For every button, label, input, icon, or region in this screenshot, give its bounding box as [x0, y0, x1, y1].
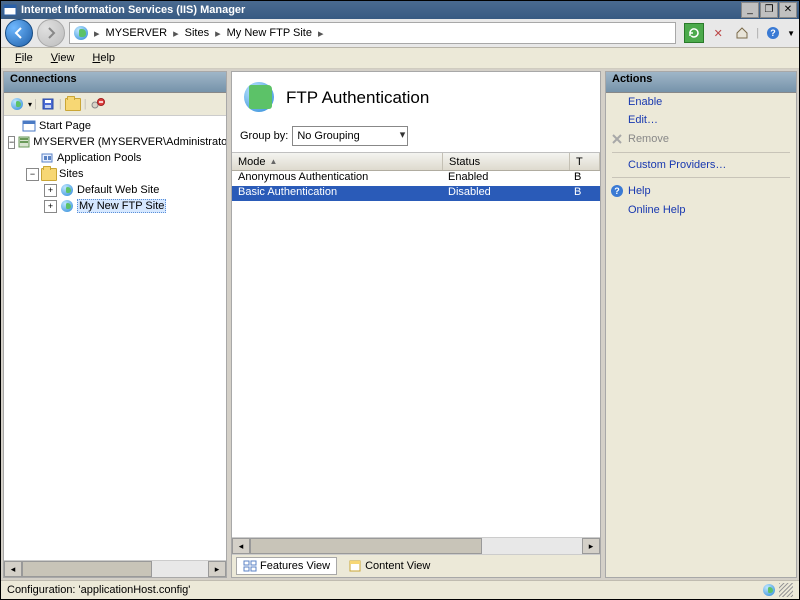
separator — [612, 152, 790, 153]
sites-folder-icon — [41, 166, 57, 182]
action-help[interactable]: ? Help — [606, 181, 796, 201]
action-remove: Remove — [606, 129, 796, 149]
up-button[interactable] — [64, 95, 82, 113]
scroll-right-button[interactable]: ▸ — [582, 538, 600, 554]
status-globe-icon — [763, 584, 775, 596]
separator — [612, 177, 790, 178]
action-custom-providers[interactable]: Custom Providers… — [606, 156, 796, 174]
nav-bar: ▸ MYSERVER ▸ Sites ▸ My New FTP Site ▸ ✕… — [1, 19, 799, 48]
grid-hscroll[interactable]: ◂ ▸ — [232, 537, 600, 554]
stop-button[interactable]: ✕ — [708, 23, 728, 43]
chevron-right-icon: ▸ — [318, 27, 324, 40]
page-title: FTP Authentication — [286, 88, 429, 108]
action-enable[interactable]: Enable — [606, 93, 796, 111]
breadcrumb-sites[interactable]: Sites — [185, 27, 209, 39]
forward-button[interactable] — [37, 19, 65, 47]
home-button[interactable] — [732, 23, 752, 43]
scroll-left-button[interactable]: ◂ — [232, 538, 250, 554]
tree-app-pools[interactable]: Application Pools — [6, 150, 224, 166]
tab-content-view[interactable]: Content View — [341, 557, 437, 575]
col-type[interactable]: T — [570, 153, 600, 170]
help-dropdown-button[interactable]: ? — [763, 23, 783, 43]
group-bar: Group by: No Grouping — [232, 124, 600, 152]
connections-panel: Connections ▾ | | | Start Page — [3, 71, 227, 578]
content-panel: FTP Authentication Group by: No Grouping… — [231, 71, 601, 578]
dropdown-arrow-icon[interactable]: ▼ — [787, 29, 795, 38]
ftp-auth-icon — [244, 82, 276, 114]
action-edit[interactable]: Edit… — [606, 111, 796, 129]
title-bar: Internet Information Services (IIS) Mana… — [1, 1, 799, 19]
expand-icon[interactable]: + — [44, 200, 57, 213]
chevron-right-icon: ▸ — [94, 27, 100, 40]
breadcrumb-bar[interactable]: ▸ MYSERVER ▸ Sites ▸ My New FTP Site ▸ — [69, 22, 676, 44]
group-by-select[interactable]: No Grouping — [292, 126, 408, 146]
connections-header: Connections — [4, 72, 226, 93]
window-title: Internet Information Services (IIS) Mana… — [21, 4, 741, 16]
site-icon — [59, 182, 75, 198]
grid-row[interactable]: Anonymous Authentication Enabled B — [232, 171, 600, 186]
close-button[interactable]: ✕ — [779, 2, 797, 18]
app-icon — [3, 3, 17, 17]
chevron-right-icon: ▸ — [215, 27, 221, 40]
status-config: Configuration: 'applicationHost.config' — [7, 584, 190, 596]
menu-help[interactable]: Help — [84, 50, 123, 66]
tree-ftp-site[interactable]: + My New FTP Site — [6, 198, 224, 214]
expand-icon[interactable]: + — [44, 184, 57, 197]
view-tabs: Features View Content View — [232, 554, 600, 577]
connections-hscroll[interactable]: ◂ ▸ — [4, 560, 226, 577]
start-page-icon — [21, 118, 37, 134]
tree-server[interactable]: − MYSERVER (MYSERVER\Administrator) — [6, 134, 224, 150]
menu-bar: File View Help — [1, 48, 799, 69]
breadcrumb-server[interactable]: MYSERVER — [106, 27, 168, 39]
tree-start-page[interactable]: Start Page — [6, 118, 224, 134]
connections-toolbar: ▾ | | | — [4, 93, 226, 116]
sort-asc-icon: ▲ — [270, 157, 278, 166]
content-icon — [348, 559, 362, 573]
maximize-button[interactable]: ❐ — [760, 2, 778, 18]
svg-text:?: ? — [614, 186, 620, 196]
col-mode[interactable]: Mode▲ — [232, 153, 443, 170]
group-by-label: Group by: — [240, 130, 288, 142]
col-status[interactable]: Status — [443, 153, 570, 170]
scroll-left-button[interactable]: ◂ — [4, 561, 22, 577]
actions-panel: Actions Enable Edit… Remove Custom Provi… — [605, 71, 797, 578]
svg-text:?: ? — [770, 28, 776, 38]
collapse-icon[interactable]: − — [8, 136, 15, 149]
auth-grid: Mode▲ Status T Anonymous Authentication … — [232, 152, 600, 554]
tab-features-view[interactable]: Features View — [236, 557, 337, 575]
server-icon — [17, 134, 31, 150]
main-area: Connections ▾ | | | Start Page — [1, 69, 799, 580]
breadcrumb-site[interactable]: My New FTP Site — [227, 27, 312, 39]
save-button[interactable] — [39, 95, 57, 113]
site-icon — [59, 198, 75, 214]
page-header: FTP Authentication — [232, 72, 600, 124]
actions-header: Actions — [606, 72, 796, 93]
app-pools-icon — [39, 150, 55, 166]
menu-file[interactable]: File — [7, 50, 41, 66]
grid-row[interactable]: Basic Authentication Disabled B — [232, 186, 600, 201]
globe-icon — [74, 26, 88, 40]
minimize-button[interactable]: _ — [741, 2, 759, 18]
back-button[interactable] — [5, 19, 33, 47]
help-icon: ? — [610, 184, 624, 198]
action-online-help[interactable]: Online Help — [606, 201, 796, 219]
connections-tree[interactable]: Start Page − MYSERVER (MYSERVER\Administ… — [4, 116, 226, 560]
refresh-button[interactable] — [684, 23, 704, 43]
features-icon — [243, 559, 257, 573]
chevron-right-icon: ▸ — [173, 27, 179, 40]
menu-view[interactable]: View — [43, 50, 83, 66]
tree-sites[interactable]: − Sites — [6, 166, 224, 182]
status-bar: Configuration: 'applicationHost.config' — [1, 580, 799, 599]
connect-button[interactable] — [8, 95, 26, 113]
grid-header: Mode▲ Status T — [232, 153, 600, 171]
collapse-icon[interactable]: − — [26, 168, 39, 181]
resize-grip[interactable] — [779, 583, 793, 597]
remove-icon — [610, 132, 624, 146]
delete-connection-button[interactable] — [89, 95, 107, 113]
tree-default-site[interactable]: + Default Web Site — [6, 182, 224, 198]
scroll-right-button[interactable]: ▸ — [208, 561, 226, 577]
